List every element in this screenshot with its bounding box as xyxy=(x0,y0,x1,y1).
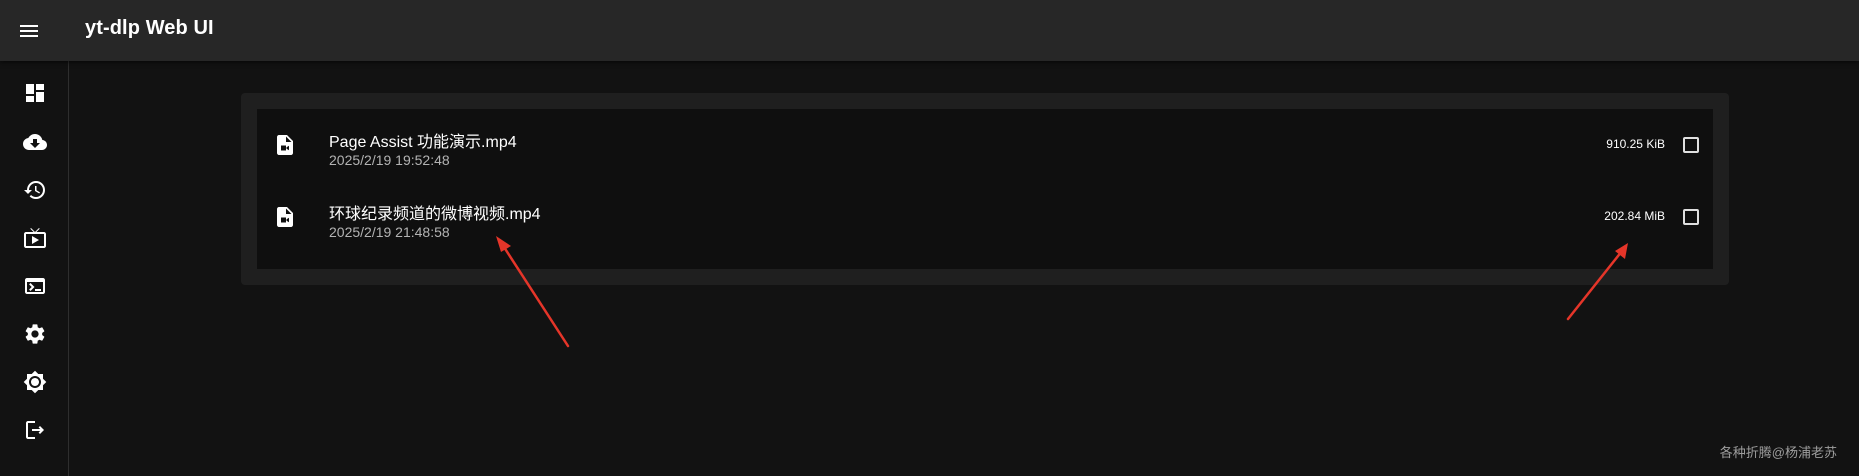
app-title: yt-dlp Web UI xyxy=(85,17,214,39)
settings-icon xyxy=(25,324,44,344)
file-archive-panel: Page Assist 功能演示.mp4 2025/2/19 19:52:48 … xyxy=(241,93,1729,285)
dashboard-icon xyxy=(25,84,44,102)
history-icon xyxy=(23,181,45,199)
menu-icon xyxy=(20,25,38,37)
nav-item-terminal[interactable] xyxy=(0,264,69,308)
nav-item-livestream[interactable] xyxy=(0,216,69,260)
file-select-checkbox[interactable] xyxy=(1679,205,1703,229)
checkbox-box xyxy=(1683,209,1699,225)
nav-item-settings[interactable] xyxy=(0,312,69,356)
file-size: 202.84 MiB xyxy=(1604,209,1665,223)
app-bar: yt-dlp Web UI xyxy=(0,0,1859,61)
nav-item-download[interactable] xyxy=(0,120,69,164)
cloud-download-icon xyxy=(22,134,47,150)
nav-item-theme[interactable] xyxy=(0,360,69,404)
file-row[interactable]: Page Assist 功能演示.mp4 2025/2/19 19:52:48 … xyxy=(257,109,1713,181)
terminal-icon xyxy=(24,278,45,294)
nav-item-history[interactable] xyxy=(0,168,69,212)
brightness-icon xyxy=(23,370,46,394)
file-size: 910.25 KiB xyxy=(1606,137,1665,151)
checkbox-box xyxy=(1683,137,1699,153)
side-drawer xyxy=(0,61,69,476)
nav-item-logout[interactable] xyxy=(0,408,69,452)
file-select-checkbox[interactable] xyxy=(1679,133,1703,157)
logout-icon xyxy=(25,421,44,439)
nav-item-dashboard[interactable] xyxy=(0,71,69,115)
file-name: 环球纪录频道的微博视频.mp4 xyxy=(329,206,541,223)
file-date: 2025/2/19 19:52:48 xyxy=(329,152,450,168)
video-file-icon xyxy=(277,135,293,155)
live-tv-icon xyxy=(23,228,46,248)
file-row[interactable]: 环球纪录频道的微博视频.mp4 2025/2/19 21:48:58 202.8… xyxy=(257,181,1713,253)
menu-button[interactable] xyxy=(10,12,48,50)
file-list: Page Assist 功能演示.mp4 2025/2/19 19:52:48 … xyxy=(257,109,1713,269)
video-file-icon xyxy=(277,207,293,227)
file-date: 2025/2/19 21:48:58 xyxy=(329,224,450,240)
main-content: Page Assist 功能演示.mp4 2025/2/19 19:52:48 … xyxy=(69,61,1859,476)
watermark: 各种折腾@杨浦老苏 xyxy=(1719,445,1837,460)
file-name: Page Assist 功能演示.mp4 xyxy=(329,134,517,151)
